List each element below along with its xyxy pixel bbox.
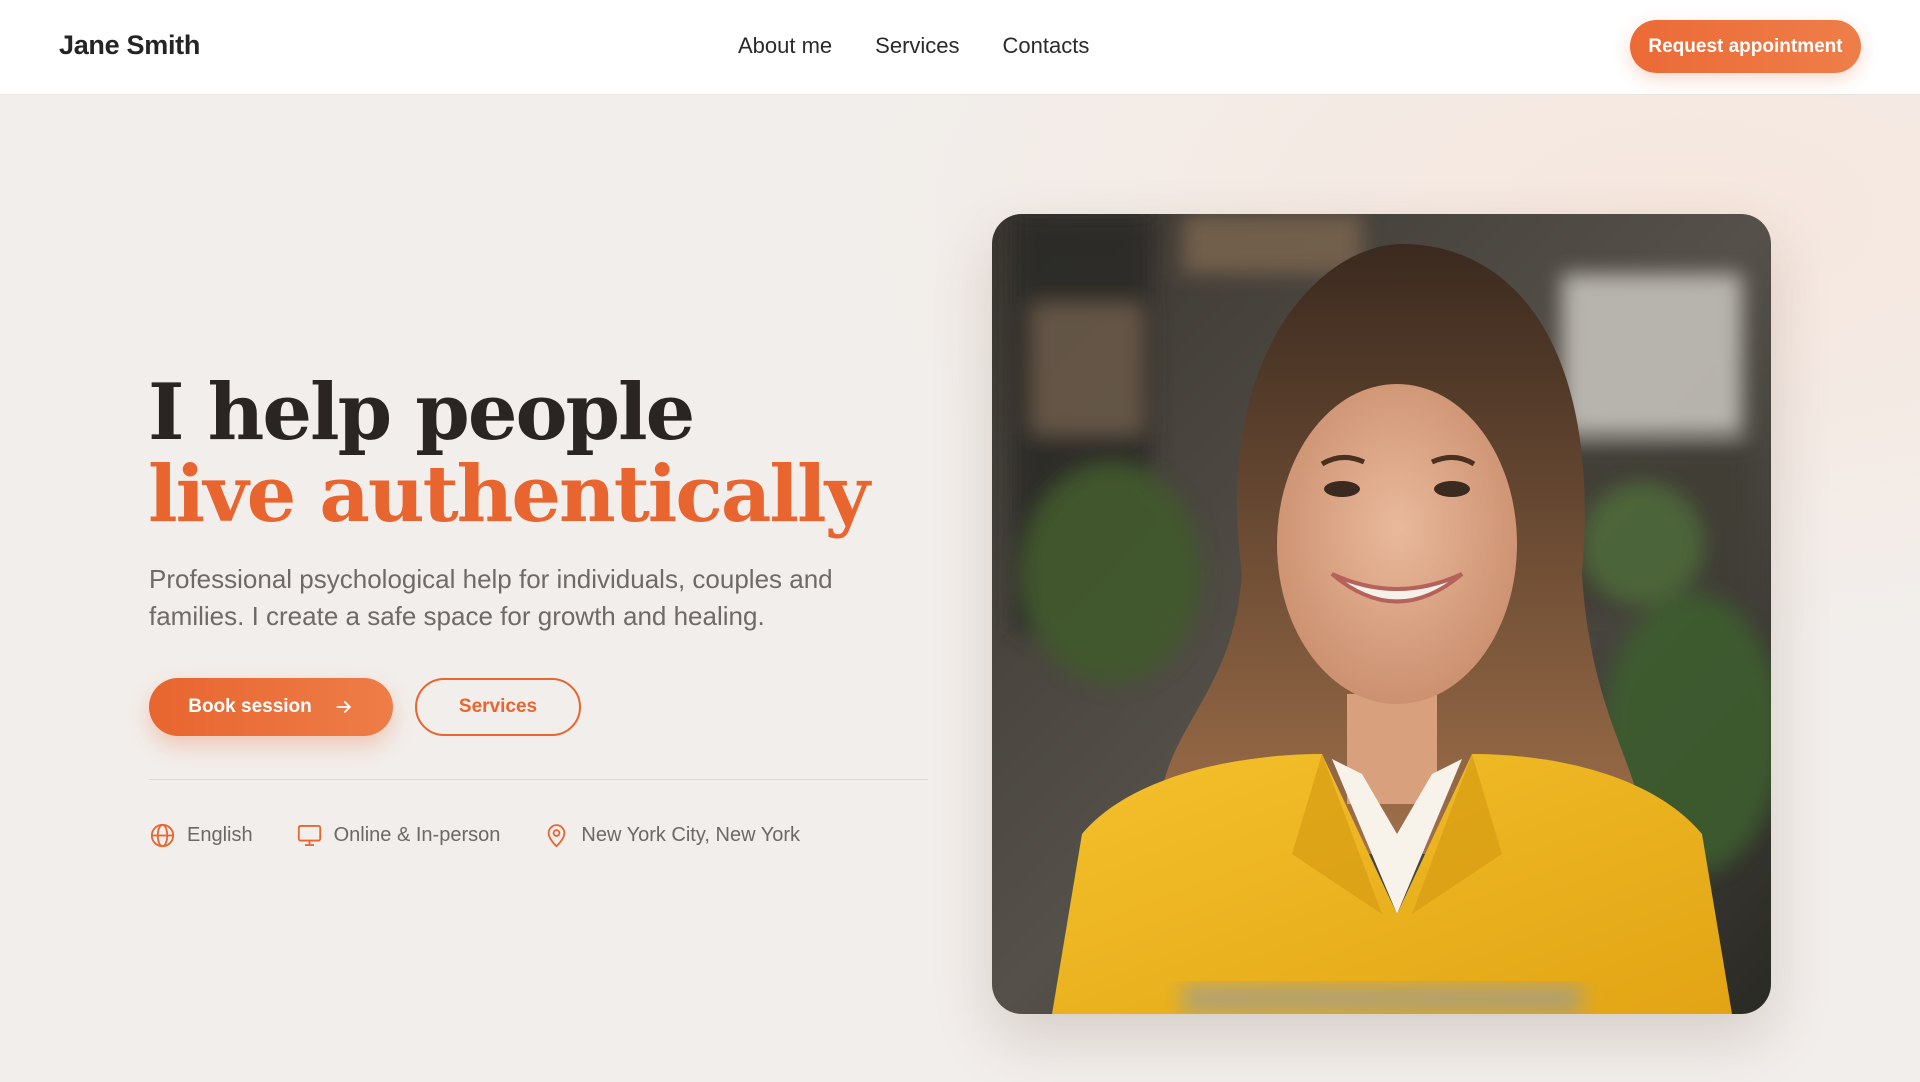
page-frame: Jane Smith About me Services Contacts Re…	[0, 0, 1920, 1082]
nav-contacts[interactable]: Contacts	[1003, 33, 1090, 59]
book-session-button[interactable]: Book session	[149, 678, 393, 736]
book-session-label: Book session	[188, 696, 312, 717]
main-nav: About me Services Contacts	[738, 33, 1089, 59]
hero-title: I help people live authentically	[148, 367, 870, 540]
globe-icon	[150, 823, 175, 848]
portrait-photo	[992, 214, 1771, 1014]
map-pin-icon	[548, 824, 566, 848]
top-navigation-bar: Jane Smith About me Services Contacts Re…	[0, 0, 1920, 95]
nav-about-me[interactable]: About me	[738, 33, 832, 59]
services-button[interactable]: Services	[415, 678, 581, 736]
info-location-label: New York City, New York	[581, 824, 800, 846]
hero-subtitle: Professional psychological help for indi…	[149, 564, 833, 631]
hero-title-line2: live authentically	[148, 449, 870, 540]
request-appointment-button[interactable]: Request appointment	[1630, 20, 1861, 73]
info-format-label: Online & In-person	[333, 824, 501, 846]
info-list: English Online & In-person New York City…	[149, 822, 800, 849]
hero-title-line1: I help people	[148, 367, 695, 458]
arrow-right-icon	[336, 701, 351, 713]
info-language-label: English	[187, 824, 253, 846]
monitor-icon	[297, 825, 321, 846]
info-format: Online & In-person	[296, 822, 501, 849]
info-language: English	[149, 822, 253, 849]
brand-name[interactable]: Jane Smith	[59, 30, 200, 61]
info-location: New York City, New York	[543, 822, 800, 849]
portrait-illustration	[992, 214, 1771, 1014]
nav-services[interactable]: Services	[875, 33, 959, 59]
divider	[149, 779, 928, 780]
